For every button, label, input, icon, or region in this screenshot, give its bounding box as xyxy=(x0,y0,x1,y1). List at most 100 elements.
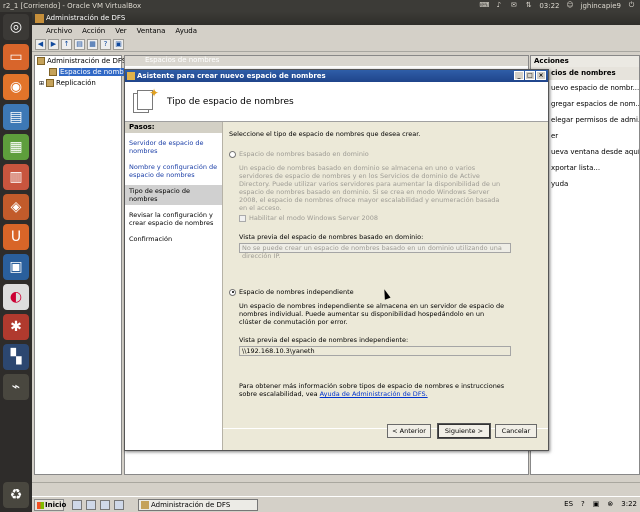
checkbox-ws2008-mode[interactable]: Habilitar el modo Windows Server 2008 xyxy=(239,214,378,222)
quicklaunch-ie-icon[interactable] xyxy=(100,500,110,510)
keyboard-icon[interactable]: ⌨ xyxy=(479,1,489,10)
radio-dot xyxy=(229,150,236,158)
wizard-header: ✦ Tipo de espacio de nombres xyxy=(125,82,548,122)
replication-folder-icon xyxy=(46,79,55,87)
settings-icon[interactable]: ✱ xyxy=(3,314,29,340)
status-bar xyxy=(32,482,640,496)
username[interactable]: jghincapie9 xyxy=(581,2,622,10)
domain-preview-field: No se puede crear un espacio de nombres … xyxy=(239,243,511,260)
usb-icon[interactable]: ⌁ xyxy=(3,374,29,400)
wizard-icon xyxy=(127,72,135,80)
files-icon[interactable]: ▭ xyxy=(3,44,29,70)
language-indicator[interactable]: ES xyxy=(564,500,573,508)
menu-ver[interactable]: Ver xyxy=(115,25,126,38)
taskbar-dfs-button[interactable]: Administración de DFS xyxy=(138,499,258,511)
view-icon[interactable]: ▣ xyxy=(113,39,124,50)
dfs-folder-icon xyxy=(37,57,45,65)
wizard-page-title: Tipo de espacio de nombres xyxy=(167,97,294,107)
step-name-config[interactable]: Nombre y configuración de espacio de nom… xyxy=(125,161,222,181)
toolbar: ◀ ▶ ↑ ▤ ▦ ? ▣ xyxy=(32,38,640,52)
checkbox-box xyxy=(239,214,246,222)
expand-icon[interactable]: ⊞ xyxy=(39,80,44,87)
maximize-button[interactable]: □ xyxy=(525,71,535,80)
ubuntu-top-bar: r2_1 [Corriendo] - Oracle VM VirtualBox … xyxy=(0,0,640,12)
help-icon[interactable]: ? xyxy=(100,39,111,50)
step-confirmation: Confirmación xyxy=(129,235,173,243)
cancel-button[interactable]: Cancelar xyxy=(495,424,537,438)
namespace-wizard-icon: ✦ xyxy=(133,87,159,115)
namespace-folder-icon xyxy=(49,68,57,76)
domain-preview-label: Vista previa del espacio de nombres basa… xyxy=(239,233,424,241)
navigation-tree: Administración de DFS Espacios de nombre… xyxy=(34,55,136,475)
new-namespace-wizard: Asistente para crear nuevo espacio de no… xyxy=(124,69,549,451)
calc-icon[interactable]: ▦ xyxy=(3,134,29,160)
menubar: Archivo Acción Ver Ventana Ayuda xyxy=(32,25,640,38)
back-icon[interactable]: ◀ xyxy=(35,39,46,50)
step-server[interactable]: Servidor de espacio de nombres xyxy=(125,137,222,157)
user-icon[interactable]: ☺ xyxy=(566,1,575,10)
standalone-description: Un espacio de nombres independiente se a… xyxy=(239,302,505,326)
tree-namespaces[interactable]: Espacios de nombres xyxy=(35,67,136,78)
actions-header: Acciones xyxy=(531,56,639,67)
menu-accion[interactable]: Acción xyxy=(82,25,105,38)
dfs-app-icon xyxy=(35,14,44,23)
standalone-preview-field: \\192.168.10.3\yaneth xyxy=(239,346,511,356)
ubuntu-one-icon[interactable]: U xyxy=(3,224,29,250)
step-namespace-type: Tipo de espacio de nombres xyxy=(125,185,222,205)
dfs-titlebar[interactable]: Administración de DFS xyxy=(32,12,640,25)
up-folder-icon[interactable]: ↑ xyxy=(61,39,72,50)
wizard-title: Asistente para crear nuevo espacio de no… xyxy=(137,72,326,80)
tree-root[interactable]: Administración de DFS xyxy=(35,56,126,67)
radio-domain-namespace[interactable]: Espacio de nombres basado en dominio xyxy=(229,150,369,158)
back-button[interactable]: < Anterior xyxy=(387,424,431,438)
tree-replication[interactable]: ⊞ Replicación xyxy=(35,78,121,89)
ubuntu-dash-icon[interactable]: ◎ xyxy=(3,14,29,40)
clock[interactable]: 03:22 xyxy=(539,2,559,10)
system-tray: ES ? ▣ ⊗ 3:22 xyxy=(564,500,637,508)
network-icon[interactable]: ⇅ xyxy=(524,1,533,10)
menu-archivo[interactable]: Archivo xyxy=(46,25,72,38)
power-icon[interactable]: ⏻ xyxy=(627,1,636,10)
impress-icon[interactable]: ▥ xyxy=(3,164,29,190)
forward-icon[interactable]: ▶ xyxy=(48,39,59,50)
dfs-title-text: Administración de DFS xyxy=(46,14,126,22)
quicklaunch-explorer-icon[interactable] xyxy=(72,500,82,510)
tray-alert-icon[interactable]: ⊗ xyxy=(607,500,613,508)
center-header: Espacios de nombres xyxy=(125,56,528,66)
menu-ventana[interactable]: Ventana xyxy=(137,25,166,38)
next-button[interactable]: Siguiente > xyxy=(437,423,491,439)
virtualbox-icon[interactable]: ▣ xyxy=(3,254,29,280)
radio-standalone-namespace[interactable]: Espacio de nombres independiente xyxy=(229,288,354,296)
taskbar-clock[interactable]: 3:22 xyxy=(621,500,637,508)
standalone-preview-label: Vista previa del espacio de nombres inde… xyxy=(239,336,409,344)
sound-icon[interactable]: ♪ xyxy=(494,1,503,10)
firefox-icon[interactable]: ◉ xyxy=(3,74,29,100)
close-button[interactable]: × xyxy=(536,71,546,80)
step-review: Revisar la configuración y crear espacio… xyxy=(129,211,214,227)
dfs-help-link[interactable]: Ayuda de Administración de DFS. xyxy=(320,390,428,398)
properties-icon[interactable]: ▦ xyxy=(87,39,98,50)
workspace-icon[interactable]: ▚ xyxy=(3,344,29,370)
tray-help-icon[interactable]: ? xyxy=(581,500,585,508)
start-button[interactable]: Inicio xyxy=(34,499,66,511)
show-tree-icon[interactable]: ▤ xyxy=(74,39,85,50)
windows-taskbar: Inicio Administración de DFS ES ? ▣ ⊗ 3:… xyxy=(32,496,640,512)
quicklaunch-desktop-icon[interactable] xyxy=(114,500,124,510)
software-center-icon[interactable]: ◈ xyxy=(3,194,29,220)
minimize-button[interactable]: _ xyxy=(514,71,524,80)
terminal-icon[interactable]: ◐ xyxy=(3,284,29,310)
intro-text: Seleccione el tipo de espacio de nombres… xyxy=(229,130,421,138)
trash-icon[interactable]: ♻ xyxy=(3,482,29,508)
window-title: r2_1 [Corriendo] - Oracle VM VirtualBox xyxy=(3,2,142,10)
mail-icon[interactable]: ✉ xyxy=(509,1,518,10)
menu-ayuda[interactable]: Ayuda xyxy=(175,25,197,38)
tray-network-icon[interactable]: ▣ xyxy=(593,500,600,508)
quicklaunch-server-icon[interactable] xyxy=(86,500,96,510)
dfs-task-icon xyxy=(141,501,149,509)
writer-icon[interactable]: ▤ xyxy=(3,104,29,130)
launcher: ◎ ▭ ◉ ▤ ▦ ▥ ◈ U ▣ ◐ ✱ ▚ ⌁ ♻ xyxy=(0,12,32,512)
steps-panel: Pasos: Servidor de espacio de nombres No… xyxy=(125,122,223,450)
vm-screen: Administración de DFS Archivo Acción Ver… xyxy=(32,12,640,512)
info-text: Para obtener más información sobre tipos… xyxy=(239,382,505,398)
wizard-titlebar[interactable]: Asistente para crear nuevo espacio de no… xyxy=(125,70,548,82)
